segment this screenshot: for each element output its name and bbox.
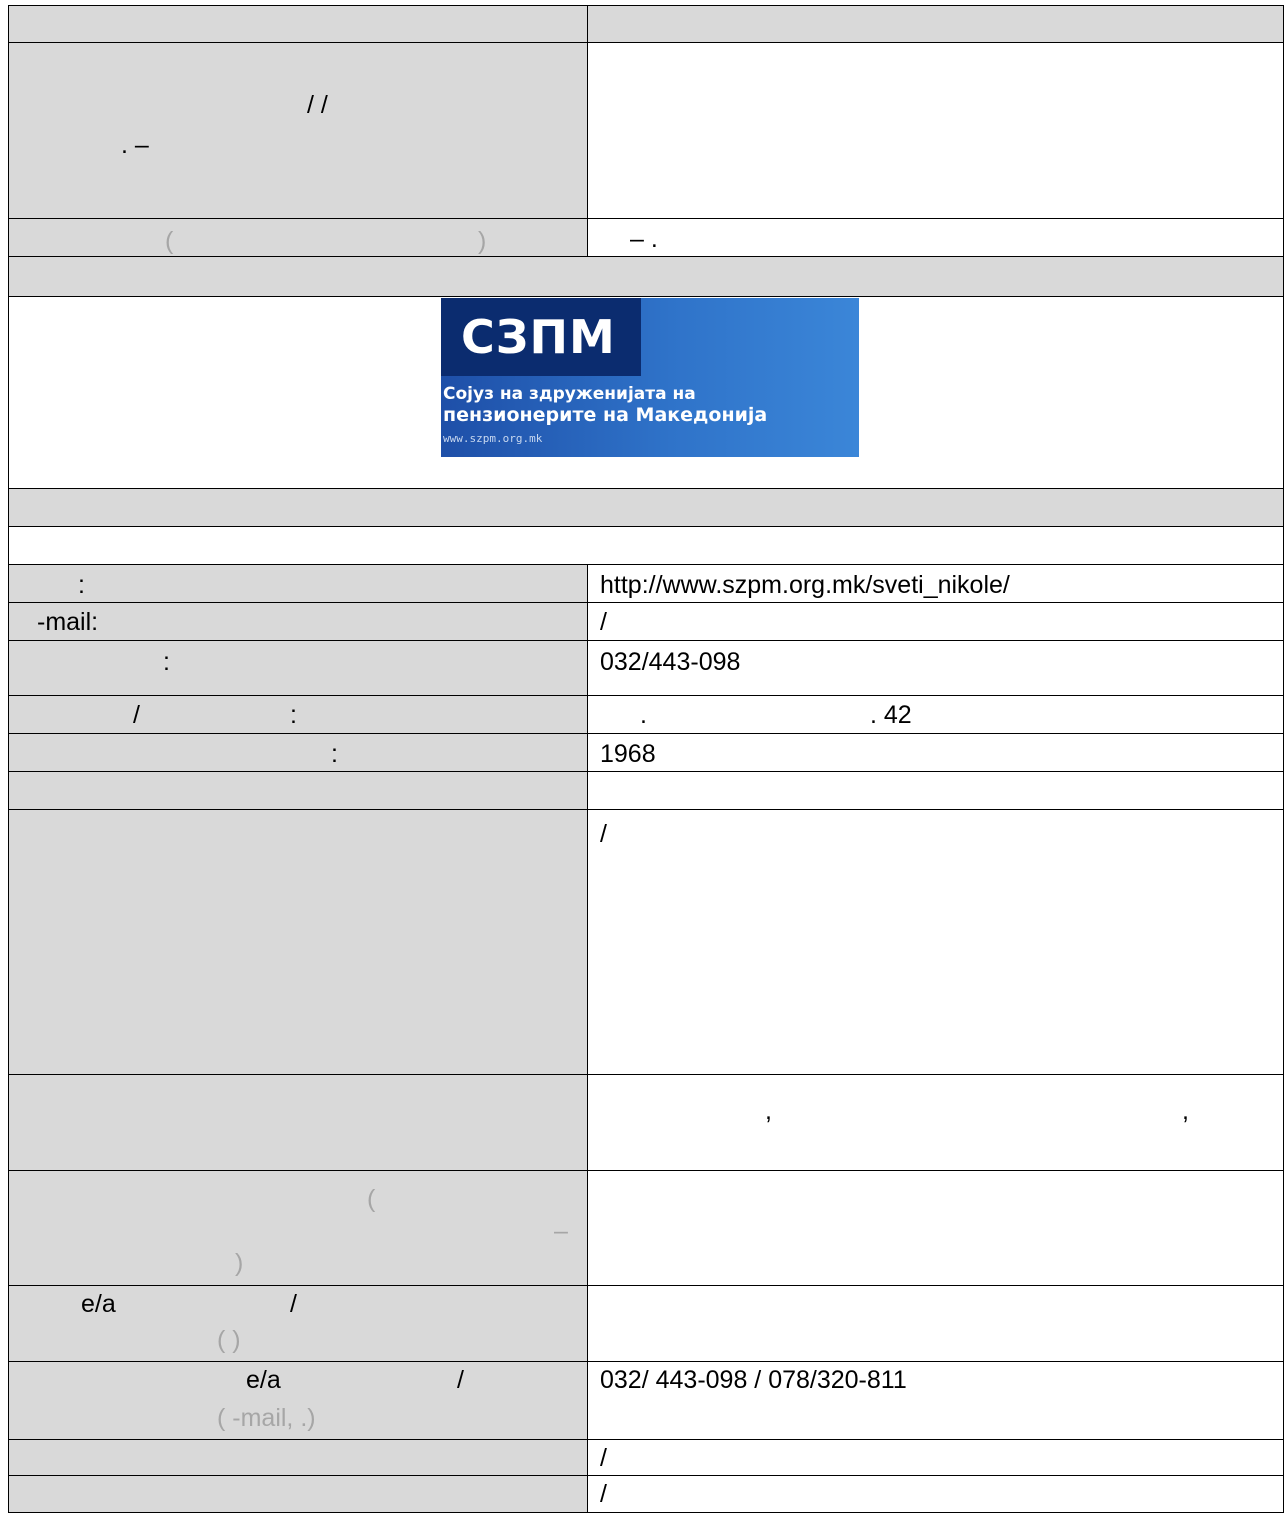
table-row-header [8, 5, 1284, 43]
cell-left: : [9, 734, 588, 772]
table-row-name: / / . – [8, 42, 1284, 219]
contact-person-label-slash: / [290, 1290, 297, 1318]
cell-left: / : [9, 696, 588, 734]
founded-value: 1968 [600, 740, 656, 768]
funding-dash: – [554, 1217, 568, 1245]
cell-right [588, 1171, 1283, 1286]
type-label-close-paren: ) [478, 227, 487, 255]
table-row-last-2: / [8, 1475, 1284, 1513]
organization-profile-table: / / . – ( ) – . : http://www.szpm.org.mk… [0, 0, 1285, 1514]
cell-right: / [588, 810, 1283, 1075]
cell-left [9, 1075, 588, 1171]
type-value: – . [630, 225, 658, 253]
name-label-line1: / / [307, 91, 328, 119]
cell-right [588, 1286, 1283, 1362]
cell-right: – . [588, 219, 1283, 257]
table-bottom-border [8, 1512, 1284, 1513]
cell-right: / [588, 1440, 1283, 1476]
last-1-value: / [600, 1444, 607, 1472]
table-row-activities: / [8, 809, 1284, 1075]
funding-close-paren: ) [235, 1249, 244, 1277]
address-value-part2: . 42 [870, 701, 912, 729]
logo-abbreviation: СЗПМ [461, 310, 616, 364]
cell-left: ( – ) [9, 1171, 588, 1286]
cell-right: / [588, 603, 1283, 641]
cell-left: : [9, 565, 588, 603]
type-label-open-paren: ( [165, 227, 174, 255]
table-row-type: ( ) – . [8, 218, 1284, 257]
contact-person-label-paren: ( ) [217, 1326, 241, 1354]
contact-person-label-ea: e/a [81, 1290, 116, 1318]
cell-right: . . 42 [588, 696, 1283, 734]
cell-left: e/a / ( -mail, .) [9, 1362, 588, 1440]
website-link[interactable]: http://www.szpm.org.mk/sveti_nikole/ [600, 571, 1010, 599]
contact-info-label-paren: ( -mail, .) [217, 1404, 316, 1432]
address-value-part1: . [640, 701, 647, 729]
contact-info-value: 032/ 443-098 / 078/320-811 [600, 1366, 907, 1394]
activities-value: / [600, 820, 607, 848]
name-label-line2: . – [121, 131, 149, 159]
cell-left [9, 1476, 588, 1513]
table-row-phone: : 032/443-098 [8, 640, 1284, 696]
table-row-section-logo-header [8, 256, 1284, 297]
founded-label: : [331, 740, 338, 768]
email-value: / [600, 608, 607, 636]
table-row-section-contacts-header [8, 488, 1284, 527]
table-row-address: / : . . 42 [8, 695, 1284, 734]
address-label-slash: / [133, 701, 140, 729]
table-row-last-1: / [8, 1439, 1284, 1476]
table-row-funding: ( – ) [8, 1170, 1284, 1286]
table-row-contact-info: e/a / ( -mail, .) 032/ 443-098 / 078/320… [8, 1361, 1284, 1440]
website-label: : [78, 571, 85, 599]
cell-left: e/a / ( ) [9, 1286, 588, 1362]
cell-left: ( ) [9, 219, 588, 257]
cell-left: : [9, 641, 588, 696]
cell-right: 032/ 443-098 / 078/320-811 [588, 1362, 1283, 1440]
table-row-founded: : 1968 [8, 733, 1284, 772]
cell-right [588, 772, 1283, 810]
cell-right [588, 6, 1283, 43]
members-comma-1: , [765, 1097, 772, 1125]
cell-left [9, 1440, 588, 1476]
cell-left [9, 6, 588, 43]
table-row-blank [8, 526, 1284, 565]
email-label: -mail: [37, 608, 99, 636]
cell-right: , , [588, 1075, 1283, 1171]
phone-label: : [163, 648, 170, 676]
funding-open-paren: ( [367, 1185, 376, 1213]
logo-line-1: Сојуз на здруженијата на [443, 384, 696, 404]
cell-right: 032/443-098 [588, 641, 1283, 696]
table-row-empty [8, 771, 1284, 810]
table-row-website: : http://www.szpm.org.mk/sveti_nikole/ [8, 564, 1284, 603]
cell-left: -mail: [9, 603, 588, 641]
table-row-members: , , [8, 1074, 1284, 1171]
members-comma-2: , [1182, 1097, 1189, 1125]
contact-info-label-slash: / [457, 1366, 464, 1394]
cell-right [588, 43, 1283, 219]
last-2-value: / [600, 1480, 607, 1508]
table-row-contact-person: e/a / ( ) [8, 1285, 1284, 1362]
cell-right: / [588, 1476, 1283, 1513]
cell-left [9, 810, 588, 1075]
phone-value: 032/443-098 [600, 648, 741, 676]
contact-info-label-ea: e/a [246, 1366, 281, 1394]
cell-left: / / . – [9, 43, 588, 219]
cell-left [9, 772, 588, 810]
logo-dark-panel: СЗПМ [441, 298, 641, 376]
cell-right: 1968 [588, 734, 1283, 772]
address-label-colon: : [290, 701, 297, 729]
logo-line-2: пензионерите на Македонија [443, 404, 768, 426]
cell-right: http://www.szpm.org.mk/sveti_nikole/ [588, 565, 1283, 603]
szpm-logo: СЗПМ Сојуз на здруженијата на пензионери… [441, 298, 859, 457]
table-row-email: -mail: / [8, 602, 1284, 641]
logo-url: www.szpm.org.mk [443, 432, 543, 445]
